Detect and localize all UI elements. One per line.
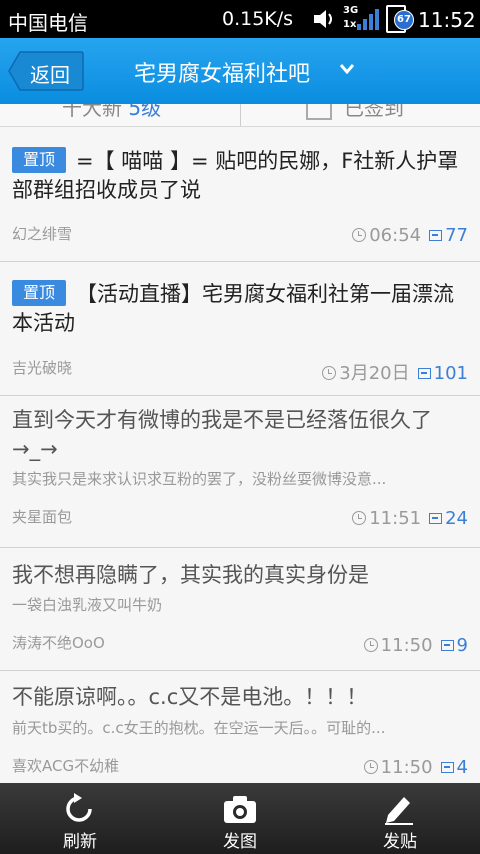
refresh-button[interactable]: 刷新 bbox=[0, 783, 160, 854]
post-author[interactable]: 夹星面包 bbox=[12, 506, 72, 527]
post-list: 置顶 =【 喵喵 】= 贴吧的民娜，F社新人护罩部群组招收成员了说 幻之绯雪 0… bbox=[0, 127, 480, 783]
sign-in-icon bbox=[306, 104, 332, 120]
photo-post-label: 发图 bbox=[223, 832, 257, 852]
chevron-down-icon[interactable] bbox=[338, 62, 356, 76]
post-title[interactable]: 直到今天才有微博的我是不是已经落伍很久了→_→ bbox=[12, 406, 472, 464]
comment-count: 4 bbox=[456, 757, 468, 778]
signal-icon: 3G 1x bbox=[343, 5, 379, 33]
post-snippet: 前天tb买的。c.c女王的抱枕。在空运一天后。。可耻的... bbox=[12, 719, 386, 737]
comment-icon bbox=[440, 762, 454, 773]
net-1x-label: 1x bbox=[343, 19, 357, 30]
refresh-icon bbox=[66, 793, 92, 822]
list-item[interactable]: 置顶 【活动直播】宅男腐女福利社第一届漂流本活动 吉光破晓 3月20日 101 bbox=[0, 262, 480, 396]
pencil-icon bbox=[385, 797, 413, 825]
level-info: 十大新 5级 bbox=[62, 104, 161, 121]
list-item[interactable]: 我不想再隐瞒了，其实我的真实身份是 一袋白浊乳液又叫牛奶 涛涛不绝OoO 11:… bbox=[0, 548, 480, 671]
bottom-action-bar: 刷新 发图 发贴 bbox=[0, 783, 480, 854]
clock-icon bbox=[352, 228, 367, 242]
comment-count: 77 bbox=[445, 225, 468, 246]
battery-badge: 67 bbox=[394, 10, 414, 30]
clock: 11:52 bbox=[418, 8, 476, 32]
network-speed: 0.15K/s bbox=[222, 8, 294, 30]
list-item[interactable]: 不能原谅啊。。c.c又不是电池。！！！ 前天tb买的。c.c女王的抱枕。在空运一… bbox=[0, 671, 480, 783]
comment-count: 24 bbox=[445, 508, 468, 529]
camera-icon bbox=[224, 796, 256, 823]
post-author[interactable]: 幻之绯雪 bbox=[12, 223, 72, 244]
post-time: 06:54 bbox=[369, 225, 422, 246]
comment-icon bbox=[417, 368, 431, 379]
clock-icon bbox=[322, 366, 337, 380]
post-author[interactable]: 喜欢ACG不幼稚 bbox=[12, 755, 119, 776]
clock-icon bbox=[352, 511, 367, 525]
level-prefix: 十大新 bbox=[62, 104, 122, 120]
post-meta: 11:50 4 bbox=[363, 757, 468, 778]
carrier-label: 中国电信 bbox=[8, 11, 88, 35]
title-bar: 返回 宅男腐女福利社吧 bbox=[0, 38, 480, 104]
forum-info-strip: 十大新 5级 已签到 bbox=[0, 104, 480, 127]
photo-post-button[interactable]: 发图 bbox=[160, 783, 320, 854]
post-title[interactable]: 【活动直播】宅男腐女福利社第一届漂流本活动 bbox=[12, 280, 472, 338]
comment-count: 9 bbox=[456, 635, 468, 656]
post-author[interactable]: 涛涛不绝OoO bbox=[12, 632, 105, 653]
clock-icon bbox=[363, 760, 378, 774]
net-3g-label: 3G bbox=[343, 5, 359, 16]
post-meta: 3月20日 101 bbox=[322, 359, 468, 385]
post-time: 11:50 bbox=[380, 757, 433, 778]
post-meta: 11:50 9 bbox=[363, 635, 468, 656]
post-meta: 11:51 24 bbox=[352, 508, 468, 529]
post-time: 3月20日 bbox=[339, 363, 410, 384]
sign-in-status[interactable]: 已签到 bbox=[344, 104, 404, 121]
back-label: 返回 bbox=[30, 63, 70, 87]
comment-icon bbox=[440, 640, 454, 651]
strip-divider bbox=[240, 104, 241, 126]
post-time: 11:51 bbox=[369, 508, 422, 529]
comment-icon bbox=[429, 230, 443, 241]
level-value: 5级 bbox=[128, 104, 162, 120]
refresh-label: 刷新 bbox=[63, 832, 97, 852]
post-title[interactable]: 不能原谅啊。。c.c又不是电池。！！！ bbox=[12, 683, 472, 712]
new-post-label: 发贴 bbox=[383, 832, 417, 852]
list-item[interactable]: 直到今天才有微博的我是不是已经落伍很久了→_→ 其实我只是来求认识求互粉的罢了，… bbox=[0, 396, 480, 548]
list-item[interactable]: 置顶 =【 喵喵 】= 贴吧的民娜，F社新人护罩部群组招收成员了说 幻之绯雪 0… bbox=[0, 127, 480, 262]
new-post-button[interactable]: 发贴 bbox=[320, 783, 480, 854]
volume-icon bbox=[314, 10, 332, 28]
battery-icon: 67 bbox=[386, 5, 414, 33]
back-button[interactable]: 返回 bbox=[8, 51, 84, 91]
post-author[interactable]: 吉光破晓 bbox=[12, 357, 72, 378]
page-title[interactable]: 宅男腐女福利社吧 bbox=[134, 56, 310, 88]
post-snippet: 一袋白浊乳液又叫牛奶 bbox=[12, 596, 163, 614]
post-time: 11:50 bbox=[380, 635, 433, 656]
clock-icon bbox=[363, 638, 378, 652]
comment-count: 101 bbox=[433, 363, 468, 384]
post-title[interactable]: 我不想再隐瞒了，其实我的真实身份是 bbox=[12, 561, 472, 590]
post-snippet: 其实我只是来求认识求互粉的罢了，没粉丝耍微博没意... bbox=[12, 470, 387, 488]
comment-icon bbox=[429, 513, 443, 524]
post-meta: 06:54 77 bbox=[352, 225, 468, 246]
status-bar: 中国电信 0.15K/s 3G 1x 67 11:52 bbox=[0, 0, 480, 38]
post-title[interactable]: =【 喵喵 】= 贴吧的民娜，F社新人护罩部群组招收成员了说 bbox=[12, 147, 472, 205]
